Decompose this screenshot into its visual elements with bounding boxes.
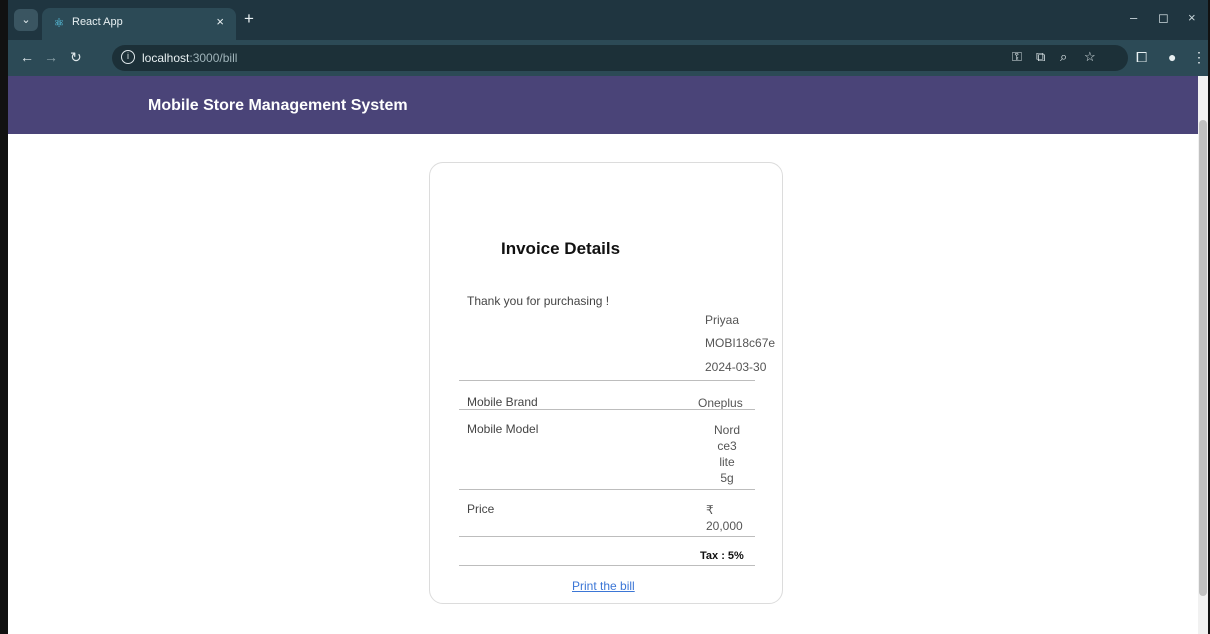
profile-icon[interactable]: ● [1168, 49, 1176, 65]
site-info-icon[interactable]: i [121, 50, 135, 64]
key-icon[interactable]: ⚿ [1012, 49, 1022, 65]
zoom-icon[interactable]: ⌕ [1060, 49, 1067, 65]
thank-you-text: Thank you for purchasing ! [467, 294, 610, 308]
app-title: Mobile Store Management System [148, 97, 408, 114]
tab-react-app[interactable]: ⚛ React App × [42, 8, 236, 40]
page-scrollbar[interactable] [1198, 76, 1208, 634]
tab-title: React App [72, 16, 123, 28]
forward-arrow-icon[interactable]: → [44, 49, 58, 65]
divider [459, 536, 755, 537]
reload-icon[interactable]: ↻ [70, 49, 82, 66]
kebab-menu-icon[interactable]: ⋮ [1192, 49, 1206, 66]
browser-window: ⌄ ⚛ React App × + – ◻ × ← → ↻ i localhos… [0, 0, 1210, 634]
react-favicon-icon: ⚛ [53, 16, 65, 30]
invoice-card: Invoice Details Thank you for purchasing… [429, 162, 783, 604]
tab-close-icon[interactable]: × [216, 14, 224, 29]
install-app-icon[interactable]: ⧉ [1036, 49, 1045, 65]
address-bar[interactable]: i localhost:3000/bill ⚿ ⧉ ⌕ ☆ [112, 45, 1128, 71]
tax-text: Tax : 5% [700, 550, 744, 562]
minimize-button[interactable]: – [1130, 10, 1137, 25]
divider [459, 565, 755, 566]
invoice-date: 2024-03-30 [705, 360, 767, 374]
price-value: ₹ 20,000 [706, 503, 743, 533]
print-bill-link[interactable]: Print the bill [572, 579, 635, 593]
bookmark-star-icon[interactable]: ☆ [1084, 49, 1096, 65]
tab-search-icon[interactable]: ⌄ [14, 9, 38, 31]
divider [459, 380, 755, 381]
brand-label: Mobile Brand [467, 395, 538, 409]
invoice-id: MOBI18c67e [705, 336, 776, 350]
restore-button[interactable]: ◻ [1158, 10, 1169, 26]
model-value: Nord ce3 lite 5g [713, 423, 740, 485]
divider [459, 409, 755, 410]
back-arrow-icon[interactable]: ← [20, 49, 34, 65]
divider [459, 489, 755, 490]
scrollbar-thumb[interactable] [1199, 120, 1207, 596]
extensions-icon[interactable]: ⧠ [1136, 49, 1147, 66]
tab-bar: ⌄ ⚛ React App × + – ◻ × [8, 0, 1208, 40]
invoice-title: Invoice Details [501, 239, 621, 258]
app-header: Mobile Store Management System [8, 76, 1208, 134]
model-label: Mobile Model [467, 422, 539, 436]
new-tab-button[interactable]: + [244, 9, 254, 29]
customer-name: Priyaa [705, 313, 740, 327]
url-text[interactable]: localhost:3000/bill [142, 51, 237, 65]
close-window-button[interactable]: × [1188, 10, 1196, 25]
price-label: Price [467, 502, 495, 516]
browser-toolbar: ← → ↻ i localhost:3000/bill ⚿ ⧉ ⌕ ☆ ⧠ ● … [8, 40, 1208, 76]
